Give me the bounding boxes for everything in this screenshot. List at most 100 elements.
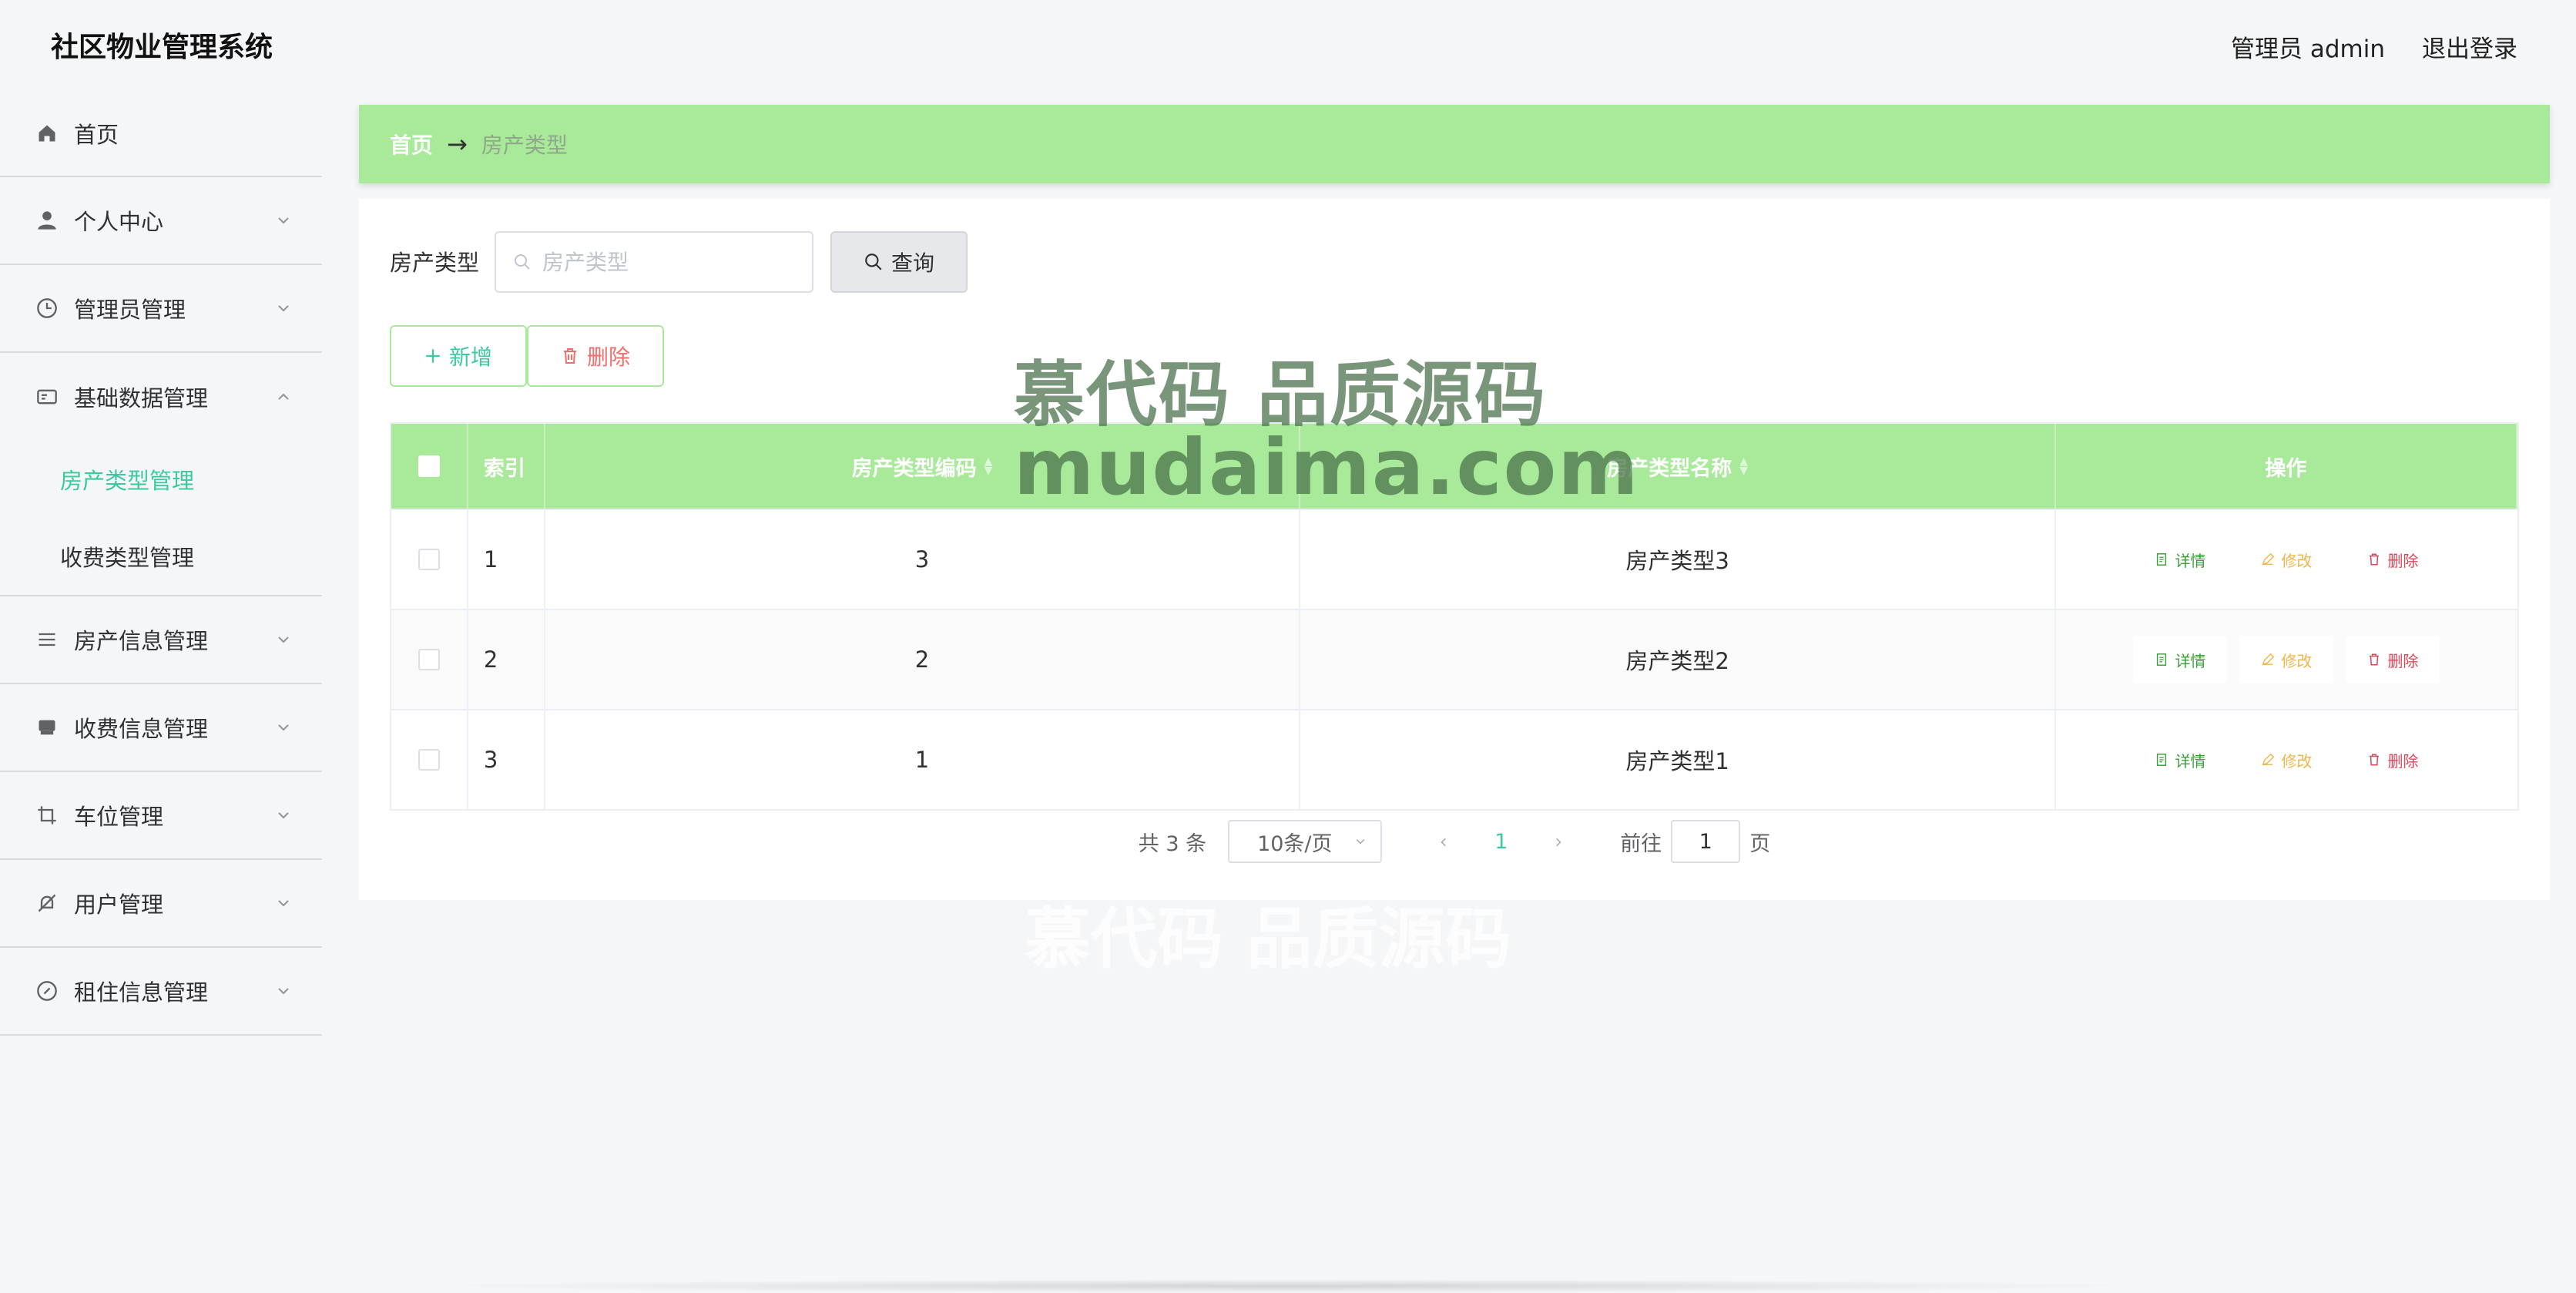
logout-link[interactable]: 退出登录 <box>2422 29 2517 64</box>
detail-button[interactable]: 详情 <box>2133 536 2227 583</box>
row-checkbox[interactable] <box>418 749 440 771</box>
page-size-select[interactable]: 10条/页 <box>1228 820 1383 863</box>
detail-button[interactable]: 详情 <box>2133 636 2228 683</box>
search-input[interactable] <box>542 249 804 275</box>
sidebar: 首页 个人中心 管理员管理 基础数据管理 房产类型管理 收费类型管理 房产信息管… <box>0 91 322 1036</box>
row-checkbox[interactable] <box>418 549 440 570</box>
breadcrumb-separator: → <box>447 129 468 159</box>
trash-icon <box>561 347 579 365</box>
sidebar-item-parking[interactable]: 车位管理 <box>0 772 322 860</box>
sidebar-item-property-info[interactable]: 房产信息管理 <box>0 596 322 684</box>
sidebar-item-label: 租住信息管理 <box>74 979 209 1006</box>
header-index-label: 索引 <box>483 456 525 481</box>
row-checkbox-cell <box>391 610 468 709</box>
row-index: 1 <box>468 510 545 609</box>
sidebar-item-fee-info[interactable]: 收费信息管理 <box>0 684 322 772</box>
next-page-button[interactable] <box>1543 830 1574 854</box>
sort-icon[interactable]: ▲ ▼ <box>984 456 993 476</box>
search-field[interactable] <box>495 231 813 293</box>
watermark-url: mudaima.com <box>1014 422 1640 512</box>
watermark-faint: 慕代码 品质源码 <box>1025 901 1511 978</box>
document-icon <box>2157 653 2167 666</box>
chevron-down-icon <box>278 900 289 907</box>
sidebar-item-home[interactable]: 首页 <box>0 91 322 177</box>
clock-icon <box>35 297 59 320</box>
chevron-down-icon <box>278 724 289 731</box>
goto-prefix: 前往 <box>1620 831 1662 856</box>
row-delete-label: 删除 <box>2387 551 2419 570</box>
edit-label: 修改 <box>2281 751 2313 771</box>
chevron-left-icon <box>1441 838 1447 846</box>
pagination: 共 3 条 10条/页 1 前往 1 页 <box>359 820 2550 863</box>
bell-off-icon <box>35 892 59 915</box>
pagination-total: 共 3 条 <box>1138 831 1207 856</box>
sidebar-item-basic-data[interactable]: 基础数据管理 <box>0 353 322 441</box>
sidebar-item-label: 用户管理 <box>74 892 164 918</box>
trash-icon <box>2370 653 2380 666</box>
trash-icon <box>2370 754 2380 766</box>
prev-page-button[interactable] <box>1428 830 1459 854</box>
pencil-icon <box>2262 753 2275 766</box>
row-name: 房产类型2 <box>1300 610 2056 709</box>
chevron-down-icon <box>278 988 289 995</box>
select-all-checkbox[interactable] <box>418 455 440 477</box>
chevron-down-icon <box>278 636 289 643</box>
sidebar-item-label: 收费信息管理 <box>74 716 209 742</box>
table-row: 3 1 房产类型1 详情 修改 删除 <box>391 709 2517 809</box>
chevron-down-icon <box>278 217 289 224</box>
row-code: 2 <box>545 610 1301 709</box>
add-button-label: 新增 <box>448 344 492 370</box>
goto-page-input[interactable]: 1 <box>1671 820 1741 863</box>
search-icon <box>515 254 530 270</box>
breadcrumb: 首页 → 房产类型 <box>359 105 2550 183</box>
row-delete-button[interactable]: 删除 <box>2346 736 2440 784</box>
sort-icon[interactable]: ▲ ▼ <box>1739 456 1748 476</box>
row-checkbox[interactable] <box>418 649 440 670</box>
row-index: 3 <box>468 710 545 809</box>
search-label: 房产类型 <box>390 250 480 276</box>
sidebar-subitem-property-type[interactable]: 房产类型管理 <box>0 441 322 518</box>
chevron-down-icon <box>1356 839 1365 845</box>
header-actions: 管理员 admin 退出登录 <box>2231 29 2517 64</box>
row-ops: 详情 修改 删除 <box>2056 710 2517 809</box>
row-index: 2 <box>468 610 545 709</box>
sidebar-item-admins[interactable]: 管理员管理 <box>0 265 322 353</box>
document-icon <box>2157 754 2167 766</box>
sidebar-item-rental[interactable]: 租住信息管理 <box>0 948 322 1036</box>
row-delete-label: 删除 <box>2387 751 2419 771</box>
edit-button[interactable]: 修改 <box>2239 636 2334 683</box>
edit-button[interactable]: 修改 <box>2239 736 2333 784</box>
delete-button[interactable]: 删除 <box>527 325 664 387</box>
page-size-value: 10条/页 <box>1257 831 1333 856</box>
page-number-current[interactable]: 1 <box>1494 830 1508 854</box>
edit-button[interactable]: 修改 <box>2239 536 2333 583</box>
sidebar-item-label: 管理员管理 <box>74 297 186 323</box>
breadcrumb-home[interactable]: 首页 <box>390 129 433 160</box>
row-name: 房产类型1 <box>1300 710 2056 809</box>
header-ops: 操作 <box>2056 424 2517 509</box>
detail-button[interactable]: 详情 <box>2133 736 2227 784</box>
row-ops: 详情 修改 删除 <box>2056 610 2517 709</box>
query-button[interactable]: 查询 <box>830 231 968 293</box>
header-ops-label: 操作 <box>2265 456 2307 481</box>
row-delete-button[interactable]: 删除 <box>2346 636 2440 683</box>
chevron-right-icon <box>1556 838 1561 846</box>
row-ops: 详情 修改 删除 <box>2056 510 2517 609</box>
table-row: 2 2 房产类型2 详情 修改 删除 <box>391 609 2517 709</box>
top-header: 社区物业管理系统 管理员 admin 退出登录 <box>0 0 2576 91</box>
row-checkbox-cell <box>391 710 468 809</box>
delete-button-label: 删除 <box>586 344 630 370</box>
sidebar-item-label: 车位管理 <box>74 804 164 830</box>
compass-icon <box>35 979 59 1002</box>
add-button[interactable]: 新增 <box>390 325 527 387</box>
sidebar-item-users[interactable]: 用户管理 <box>0 860 322 948</box>
document-icon <box>2157 553 2167 566</box>
sidebar-item-profile[interactable]: 个人中心 <box>0 177 322 265</box>
sidebar-subitem-fee-type[interactable]: 收费类型管理 <box>0 518 322 595</box>
detail-label: 详情 <box>2175 551 2206 570</box>
row-code: 1 <box>545 710 1301 809</box>
row-name: 房产类型3 <box>1300 510 2056 609</box>
chevron-up-icon <box>278 393 289 400</box>
home-icon <box>35 122 59 145</box>
row-delete-button[interactable]: 删除 <box>2346 536 2440 583</box>
